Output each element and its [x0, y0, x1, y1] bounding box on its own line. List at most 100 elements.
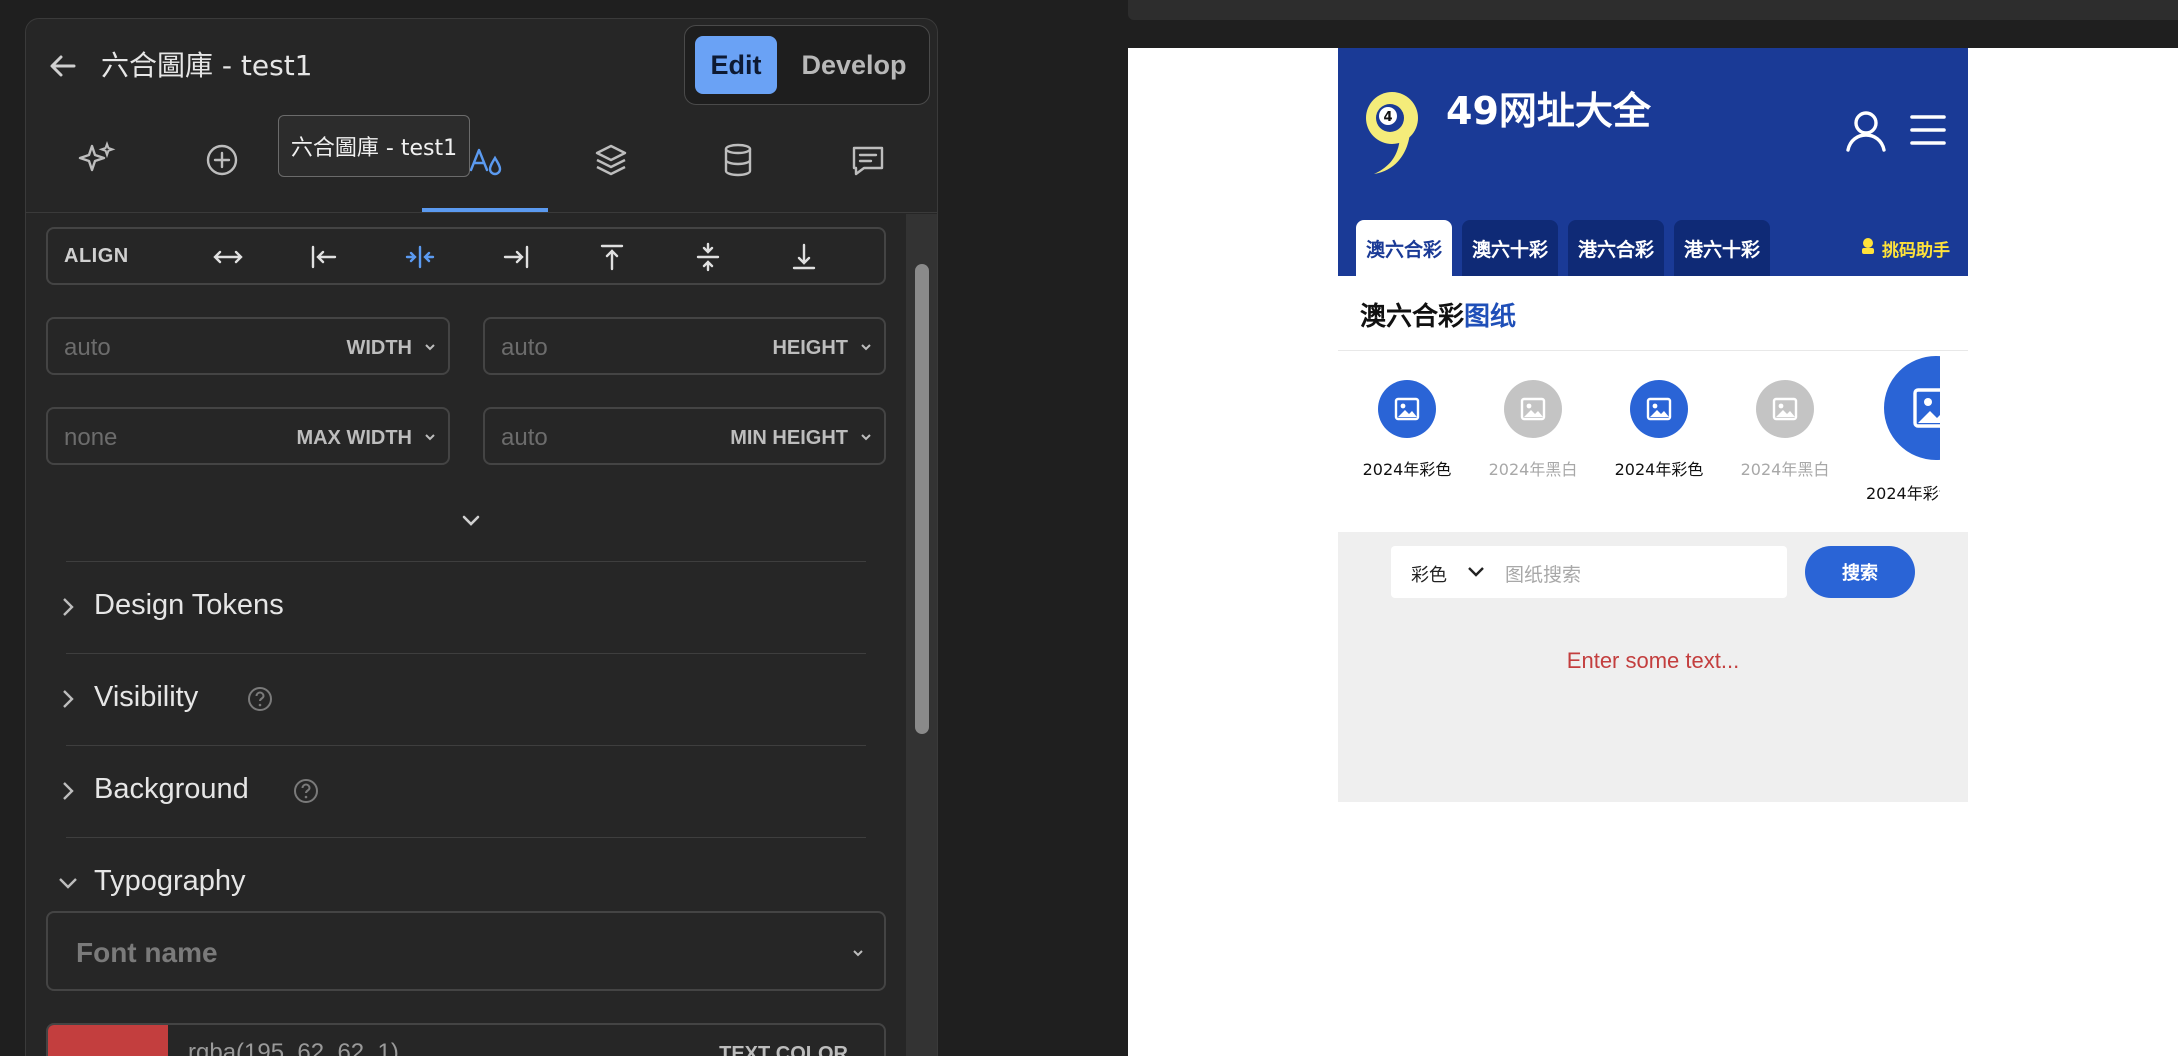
chevron-down-icon[interactable]	[1467, 564, 1485, 580]
chevron-right-icon	[63, 598, 74, 616]
gallery-label: 2024年彩色	[1866, 484, 1940, 503]
divider	[66, 745, 866, 746]
expand-more-icon[interactable]	[456, 509, 486, 533]
edit-mode-button[interactable]: Edit	[695, 36, 777, 94]
database-icon[interactable]	[713, 135, 763, 185]
search-input[interactable]: 图纸搜索	[1505, 560, 1581, 587]
develop-mode-button[interactable]: Develop	[789, 36, 919, 94]
site-header: 4 49网址大全 澳六合彩 澳六十彩 港六合彩 港六十彩 挑码助手	[1338, 48, 1968, 276]
color-select[interactable]: 彩色	[1411, 561, 1447, 587]
chevron-down-icon[interactable]	[850, 945, 866, 961]
min-height-value: auto	[501, 424, 548, 451]
site-title: 49网址大全	[1446, 89, 1651, 133]
help-icon[interactable]	[246, 685, 274, 713]
tab-macau-six[interactable]: 澳六合彩	[1356, 220, 1452, 276]
text-element[interactable]: Enter some text...	[1338, 648, 1968, 674]
gallery-label: 2024年彩色	[1362, 460, 1452, 479]
align-bottom-icon[interactable]	[786, 241, 822, 273]
width-field[interactable]: auto WIDTH	[46, 317, 450, 375]
divider	[66, 653, 866, 654]
gallery-item[interactable]: 2024年黑白	[1725, 380, 1845, 480]
text-color-label: TEXT COLOR	[719, 1043, 848, 1056]
tab-macau-ten[interactable]: 澳六十彩	[1462, 220, 1558, 276]
gallery-item[interactable]: 2024年彩色	[1599, 380, 1719, 480]
max-width-label: MAX WIDTH	[296, 427, 412, 449]
align-stretch-icon[interactable]	[210, 241, 246, 273]
align-end-icon[interactable]	[498, 241, 534, 273]
section-title: Typography	[94, 865, 246, 897]
ai-sparkle-icon[interactable]	[71, 135, 121, 185]
width-label: WIDTH	[346, 337, 412, 359]
search-box: 彩色 图纸搜索	[1391, 546, 1787, 598]
menu-icon[interactable]	[1908, 110, 1948, 150]
tooltip: 六合圖庫 - test1	[278, 115, 470, 177]
mode-switch: Edit Develop	[684, 25, 930, 105]
image-icon	[1630, 380, 1688, 438]
align-middle-icon[interactable]	[690, 241, 726, 273]
back-arrow-icon[interactable]	[46, 49, 80, 83]
image-icon	[1378, 380, 1436, 438]
gallery-label: 2024年黑白	[1740, 460, 1830, 479]
text-color-value: rgba(195, 62, 62, 1)	[188, 1039, 399, 1056]
text-color-field[interactable]: rgba(195, 62, 62, 1) TEXT COLOR	[46, 1023, 886, 1056]
height-field[interactable]: auto HEIGHT	[483, 317, 886, 375]
min-height-label: MIN HEIGHT	[730, 427, 848, 449]
active-tab-indicator	[422, 208, 548, 212]
chevron-down-icon	[59, 878, 77, 889]
gallery-item[interactable]: 2024年黑白	[1473, 380, 1593, 480]
app-root: 六合圖庫 - test1 Edit Develop 六合圖庫 - test1 A…	[0, 0, 2178, 1056]
max-width-field[interactable]: none MAX WIDTH	[46, 407, 450, 465]
panel-tabs	[26, 113, 937, 213]
align-toolbar: ALIGN	[46, 227, 886, 285]
mobile-preview: 4 49网址大全 澳六合彩 澳六十彩 港六合彩 港六十彩 挑码助手 澳六合彩图纸…	[1338, 48, 1968, 802]
gallery-item-large[interactable]	[1884, 356, 1940, 460]
section-visibility[interactable]: Visibility	[56, 679, 456, 719]
width-value: auto	[64, 334, 111, 361]
gallery-row: 2024年彩色 2024年黑白 2024年彩色 2024年黑白 2024年彩	[1338, 276, 1940, 532]
gallery-item[interactable]: 2024年彩色	[1347, 380, 1467, 480]
gallery-label: 2024年彩色	[1614, 460, 1704, 479]
section-typography[interactable]: Typography	[56, 863, 456, 903]
panel-header: 六合圖庫 - test1 Edit Develop	[26, 19, 937, 113]
gallery-label: 2024年黑白	[1488, 460, 1578, 479]
min-height-field[interactable]: auto MIN HEIGHT	[483, 407, 886, 465]
image-icon	[1756, 380, 1814, 438]
height-label: HEIGHT	[772, 337, 848, 359]
max-width-value: none	[64, 424, 118, 451]
align-center-icon[interactable]	[402, 241, 438, 273]
chevron-down-icon[interactable]	[858, 429, 874, 445]
picker-helper-link[interactable]: 挑码助手	[1882, 236, 1950, 261]
chevron-down-icon[interactable]	[858, 339, 874, 355]
align-label: ALIGN	[64, 245, 129, 267]
image-icon	[1913, 388, 1940, 428]
font-name-select[interactable]: Font name	[46, 911, 886, 991]
logo-icon: 4	[1366, 92, 1418, 174]
comment-icon[interactable]	[843, 135, 893, 185]
user-icon[interactable]	[1843, 108, 1889, 154]
section-title: Design Tokens	[94, 589, 284, 621]
chevron-right-icon	[63, 690, 74, 708]
tab-hk-ten[interactable]: 港六十彩	[1674, 220, 1770, 276]
color-swatch[interactable]	[48, 1025, 168, 1056]
scrollbar-thumb[interactable]	[915, 264, 929, 734]
page-title: 六合圖庫 - test1	[101, 49, 313, 82]
section-design-tokens[interactable]: Design Tokens	[56, 587, 456, 627]
chevron-down-icon[interactable]	[422, 339, 438, 355]
preview-toolbar-strip	[1128, 0, 2178, 20]
chevron-down-icon[interactable]	[422, 429, 438, 445]
editor-panel: 六合圖庫 - test1 Edit Develop 六合圖庫 - test1 A…	[25, 18, 938, 1056]
layers-icon[interactable]	[586, 135, 636, 185]
chevron-right-icon	[63, 782, 74, 800]
section-title: Visibility	[94, 681, 199, 713]
align-start-icon[interactable]	[306, 241, 342, 273]
align-top-icon[interactable]	[594, 241, 630, 273]
tab-hk-six[interactable]: 港六合彩	[1568, 220, 1664, 276]
help-icon[interactable]	[292, 777, 320, 805]
search-button[interactable]: 搜索	[1805, 546, 1915, 598]
section-title: Background	[94, 773, 249, 805]
divider	[66, 561, 866, 562]
section-background[interactable]: Background	[56, 771, 456, 811]
helper-icon	[1862, 238, 1874, 254]
add-circle-icon[interactable]	[197, 135, 247, 185]
gallery-card: 澳六合彩图纸 2024年彩色 2024年黑白 2024年彩色 2024年黑白 2…	[1338, 276, 1968, 532]
